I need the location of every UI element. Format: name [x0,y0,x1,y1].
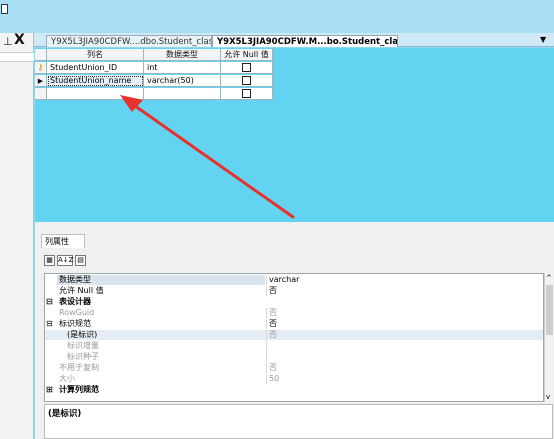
property-row[interactable]: RowGuid 否 [45,308,543,318]
tab-column-properties[interactable]: 列属性 [41,234,85,248]
left-panel [0,33,34,439]
property-category[interactable]: ⊞ 计算列规范 [45,385,543,395]
column-header-name[interactable]: 列名 [47,49,144,61]
data-type-cell[interactable]: varchar(50) [144,75,221,87]
collapse-icon[interactable]: ⊟ [46,319,56,329]
collapse-icon[interactable]: ⊟ [46,297,56,307]
row-header-corner [35,49,47,61]
scroll-up-icon[interactable]: ^ [546,274,552,282]
property-row[interactable]: 数据类型 varchar [45,275,543,285]
data-type-cell[interactable]: int [144,62,221,74]
property-value[interactable]: 50 [266,374,543,384]
property-description: (是标识) [44,404,553,439]
property-value[interactable]: varchar [266,275,543,285]
property-label: 数据类型 [57,275,265,285]
property-value[interactable]: 否 [266,330,543,340]
key-icon: ⚷ [35,62,47,74]
category-label: 计算列规范 [59,385,99,394]
column-name-cell[interactable]: StudentUnion_name [47,75,144,87]
left-panel-strip [0,52,34,62]
property-row[interactable]: 大小 50 [45,374,543,384]
property-grid-scrollbar[interactable]: ^ v [544,273,553,402]
top-toolbar [0,0,554,33]
column-name-cell[interactable] [47,88,144,100]
allow-null-checkbox[interactable] [242,63,251,72]
tab-dropdown-icon[interactable]: ▼ [540,35,546,44]
property-value[interactable]: 否 [266,319,543,329]
arrow-icon: ▶ [35,75,47,87]
window-menu-icon[interactable] [1,4,8,14]
allow-null-cell[interactable] [221,62,273,74]
property-label: 不用于复制 [59,363,99,372]
property-value[interactable]: 否 [266,363,543,373]
allow-null-cell[interactable] [221,75,273,87]
property-label: 大小 [59,374,75,383]
property-value[interactable]: 否 [266,308,543,318]
expand-icon[interactable]: ⊞ [46,385,56,395]
column-header-allow-null[interactable]: 允许 Null 值 [221,49,273,61]
properties-toolbar: ▦ A↓Z ▤ [44,255,88,266]
categorized-icon[interactable]: ▦ [44,255,55,266]
tab-student-class-1[interactable]: Y9X5L3JIA90CDFW....dbo.Student_class [46,35,212,47]
close-icon[interactable]: X [14,32,25,48]
property-grid: 数据类型 varchar 允许 Null 值 否 ⊟ 表设计器 RowGuid … [44,273,544,402]
property-label: 标识增量 [67,341,99,350]
property-value[interactable] [266,352,543,362]
allow-null-checkbox[interactable] [242,89,251,98]
tab-student-class-2-active[interactable]: Y9X5L3JIA90CDFW.M...bo.Student_class* [212,35,398,47]
property-label: RowGuid [59,308,95,317]
property-label: 标识种子 [67,352,99,361]
property-value[interactable] [266,341,543,351]
scroll-down-icon[interactable]: v [546,393,550,401]
property-row[interactable]: 不用于复制 否 [45,363,543,373]
property-label: 允许 Null 值 [59,286,104,295]
property-row-selected[interactable]: (是标识) 否 [45,330,543,340]
property-row[interactable]: ⊟ 标识规范 否 [45,319,543,329]
property-row[interactable]: 标识种子 [45,352,543,362]
column-name-cell[interactable]: StudentUnion_ID [47,62,144,74]
row-header [35,88,47,100]
allow-null-checkbox[interactable] [242,76,251,85]
alphabetical-sort-icon[interactable]: A↓Z [57,255,73,266]
property-pages-icon[interactable]: ▤ [75,255,86,266]
data-type-cell[interactable] [144,88,221,100]
property-row[interactable]: 标识增量 [45,341,543,351]
property-label: (是标识) [67,330,98,339]
column-header-type[interactable]: 数据类型 [144,49,221,61]
category-label: 表设计器 [59,297,91,306]
scroll-thumb[interactable] [546,285,553,335]
property-category[interactable]: ⊟ 表设计器 [45,297,543,307]
property-value[interactable]: 否 [266,286,543,296]
pin-icon[interactable]: ⊥ [3,35,13,48]
property-row[interactable]: 允许 Null 值 否 [45,286,543,296]
property-label: 标识规范 [59,319,91,328]
allow-null-cell[interactable] [221,88,273,100]
